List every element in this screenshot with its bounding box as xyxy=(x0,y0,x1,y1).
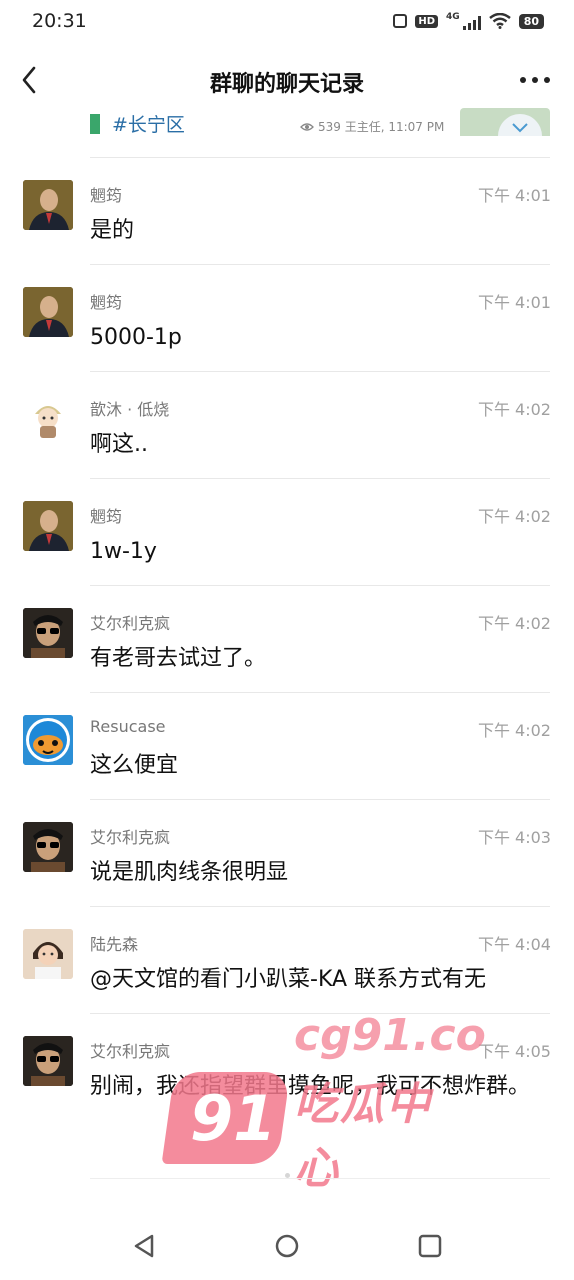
message-text: @天文馆的看门小趴菜-KA 联系方式有无 xyxy=(90,967,487,992)
sender-name: 陆先森 xyxy=(90,935,139,954)
more-dots-icon[interactable] xyxy=(518,68,552,92)
anime-sunglasses-avatar-icon xyxy=(23,1036,73,1086)
sender-name: 魍筠 xyxy=(90,293,123,312)
avatar[interactable] xyxy=(23,394,73,444)
header: 群聊的聊天记录 xyxy=(0,52,574,108)
card-meta: 539 王主任, 11:07 PM xyxy=(300,118,444,135)
sender-name: 艾尔利克疯 xyxy=(90,614,171,633)
message-time: 下午 4:04 xyxy=(477,935,551,954)
message-item[interactable]: 艾尔利克疯 下午 4:05 别闹，我还指望群里摸鱼呢，我可不想炸群。 xyxy=(0,1014,574,1156)
system-nav-bar xyxy=(0,1212,574,1280)
message-text: 是的 xyxy=(90,218,135,243)
chibi-character-avatar-icon xyxy=(23,394,73,444)
wifi-icon xyxy=(488,13,511,29)
eye-icon xyxy=(300,122,314,131)
message-time: 下午 4:02 xyxy=(477,614,551,633)
network-type-icon: 4G xyxy=(446,12,481,30)
man-in-suit-avatar-icon xyxy=(23,180,73,230)
message-time: 下午 4:02 xyxy=(477,507,551,526)
signal-icon xyxy=(462,14,481,30)
network-type-label: 4G xyxy=(446,12,460,22)
message-time: 下午 4:02 xyxy=(477,721,551,740)
avatar[interactable] xyxy=(23,1036,73,1086)
message-time: 下午 4:05 xyxy=(477,1042,551,1061)
square-recent-icon[interactable] xyxy=(412,1228,448,1264)
vibrate-icon xyxy=(393,14,408,28)
sender-name: 艾尔利克疯 xyxy=(90,828,171,847)
page-title: 群聊的聊天记录 xyxy=(209,72,364,97)
message-time: 下午 4:01 xyxy=(477,293,551,312)
status-bar: 20:31 HD 4G 80 xyxy=(0,0,574,44)
circle-home-icon[interactable] xyxy=(269,1228,305,1264)
map-thumbnail[interactable] xyxy=(460,108,550,136)
message-time: 下午 4:02 xyxy=(477,400,551,419)
message-item[interactable]: 魍筠 下午 4:02 1w-1y xyxy=(0,479,574,586)
battery-icon: 80 xyxy=(518,13,544,29)
message-text: 啊这.. xyxy=(90,432,148,457)
message-time: 下午 4:03 xyxy=(477,828,551,847)
message-time: 下午 4:01 xyxy=(477,186,551,205)
message-item[interactable]: 艾尔利克疯 下午 4:02 有老哥去试过了。 xyxy=(0,586,574,693)
message-text: 1w-1y xyxy=(90,539,157,564)
sender-name: 魍筠 xyxy=(90,507,123,526)
card-accent-bar xyxy=(90,114,100,134)
sender-name: 歆沐 · 低烧 xyxy=(90,400,170,419)
avatar[interactable] xyxy=(23,822,73,872)
child-photo-avatar-icon xyxy=(23,929,73,979)
message-text: 有老哥去试过了。 xyxy=(90,646,267,671)
sender-name: 艾尔利克疯 xyxy=(90,1042,171,1061)
anime-sunglasses-avatar-icon xyxy=(23,822,73,872)
message-item[interactable]: Resucase 下午 4:02 这么便宜 xyxy=(0,693,574,800)
message-item[interactable]: 陆先森 下午 4:04 @天文馆的看门小趴菜-KA 联系方式有无 xyxy=(0,907,574,1014)
status-icons: HD 4G 80 xyxy=(393,12,544,30)
avatar[interactable] xyxy=(23,180,73,230)
message-item[interactable]: 艾尔利克疯 下午 4:03 说是肌肉线条很明显 xyxy=(0,800,574,907)
divider xyxy=(90,1178,550,1179)
message-text: 5000-1p xyxy=(90,325,182,350)
message-item[interactable]: 歆沐 · 低烧 下午 4:02 啊这.. xyxy=(0,372,574,479)
triangle-back-icon[interactable] xyxy=(126,1228,162,1264)
card-meta-text: 539 王主任, 11:07 PM xyxy=(318,120,445,134)
avatar[interactable] xyxy=(23,501,73,551)
message-text: 这么便宜 xyxy=(90,753,179,778)
hd-badge: HD xyxy=(415,14,439,28)
sender-name: 魍筠 xyxy=(90,186,123,205)
chevron-down-icon xyxy=(512,123,528,133)
blue-cartoon-face-avatar-icon xyxy=(23,715,73,765)
sender-name: Resucase xyxy=(90,717,166,736)
avatar[interactable] xyxy=(23,287,73,337)
status-time: 20:31 xyxy=(32,10,87,32)
avatar[interactable] xyxy=(23,715,73,765)
message-text: 说是肌肉线条很明显 xyxy=(90,860,289,885)
avatar[interactable] xyxy=(23,929,73,979)
message-list: 魍筠 下午 4:01 是的 魍筠 下午 4:01 5000-1p 歆沐 · 低烧… xyxy=(0,158,574,1156)
message-item[interactable]: 魍筠 下午 4:01 5000-1p xyxy=(0,265,574,372)
message-item[interactable]: 魍筠 下午 4:01 是的 xyxy=(0,158,574,265)
avatar[interactable] xyxy=(23,608,73,658)
message-text: 别闹，我还指望群里摸鱼呢，我可不想炸群。 xyxy=(90,1074,531,1099)
man-in-suit-avatar-icon xyxy=(23,501,73,551)
anime-sunglasses-avatar-icon xyxy=(23,608,73,658)
pinned-location-card[interactable]: #长宁区 539 王主任, 11:07 PM xyxy=(90,108,550,138)
card-hashtag[interactable]: #长宁区 xyxy=(112,110,185,137)
man-in-suit-avatar-icon xyxy=(23,287,73,337)
